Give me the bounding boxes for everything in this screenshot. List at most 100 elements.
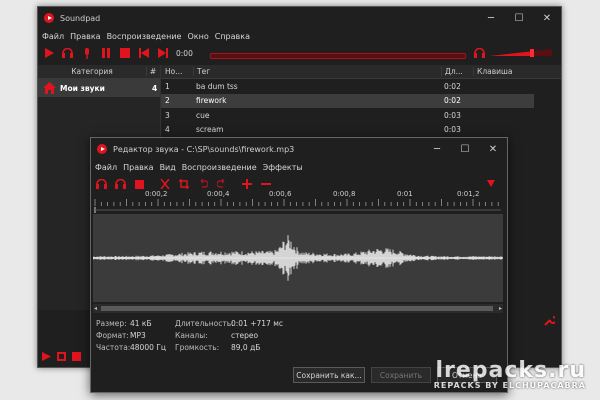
previous-icon[interactable] xyxy=(136,45,151,61)
bottom-play-icon[interactable] xyxy=(42,352,51,361)
sound-editor-window: Редактор звука - C:\SP\sounds\firework.m… xyxy=(90,137,508,393)
editor-minimize-button[interactable]: ─ xyxy=(423,138,451,160)
column-tag[interactable]: Тег xyxy=(193,67,441,76)
menu-file[interactable]: Файл xyxy=(42,32,64,41)
editor-logo-icon xyxy=(97,144,107,154)
category-item-my-sounds[interactable]: Мои звуки 4 xyxy=(38,79,160,97)
row-duration: 0:02 xyxy=(444,96,461,106)
channels-value: стерео xyxy=(231,331,259,340)
scroll-right-icon[interactable]: ▸ xyxy=(499,305,502,312)
editor-menu-edit[interactable]: Правка xyxy=(123,163,153,172)
count-column[interactable]: # xyxy=(146,67,159,76)
save-button[interactable]: Сохранить xyxy=(371,367,431,383)
seek-bar[interactable] xyxy=(210,53,466,59)
column-hotkey[interactable]: Клавиша xyxy=(473,67,537,76)
scroll-thumb[interactable] xyxy=(101,306,493,311)
row-duration: 0:03 xyxy=(444,110,461,120)
waveform-view[interactable] xyxy=(93,214,503,302)
main-titlebar: Soundpad ─ ☐ ✕ xyxy=(38,7,561,29)
menu-playback[interactable]: Воспроизведение xyxy=(107,32,182,41)
volume-value: 89,0 дБ xyxy=(231,343,261,352)
column-duration[interactable]: Дл... xyxy=(441,67,473,76)
row-tag: scream xyxy=(196,125,224,135)
category-count: 4 xyxy=(152,83,158,93)
microphone-icon[interactable] xyxy=(79,45,94,61)
category-header[interactable]: Категория # xyxy=(38,65,160,79)
bottom-grid-icon[interactable] xyxy=(57,352,66,361)
size-value: 41 кБ xyxy=(130,319,152,328)
waveform xyxy=(93,235,503,281)
horizontal-scrollbar[interactable]: ◂ ▸ xyxy=(93,304,503,313)
play-icon[interactable] xyxy=(41,45,56,61)
ruler-label: 0:01 xyxy=(397,190,413,198)
table-row[interactable]: 4 scream 0:03 xyxy=(161,123,561,138)
row-tag: ba dum tss xyxy=(196,81,238,91)
main-menubar: Файл Правка Воспроизведение Окно Справка xyxy=(38,29,561,43)
column-number[interactable]: Но... xyxy=(161,67,193,76)
headphones-icon[interactable] xyxy=(60,45,75,61)
row-tag: firework xyxy=(196,96,227,106)
time-ruler: 0:00,2 0:00,4 0:00,6 0:00,8 0:01 0:01,2 xyxy=(93,190,503,206)
save-as-button[interactable]: Сохранить как... xyxy=(293,367,365,383)
wrench-icon[interactable] xyxy=(544,315,555,326)
editor-menu-effects[interactable]: Эффекты xyxy=(263,163,303,172)
editor-window-title: Редактор звука - C:\SP\sounds\firework.m… xyxy=(113,144,295,154)
ruler-label: 0:00,6 xyxy=(269,190,292,198)
editor-close-button[interactable]: ✕ xyxy=(479,138,507,160)
main-window-title: Soundpad xyxy=(60,13,101,23)
close-button[interactable]: ✕ xyxy=(533,7,561,29)
bottom-toolbar xyxy=(42,352,81,361)
pause-icon[interactable] xyxy=(98,45,113,61)
soundpad-logo-icon xyxy=(44,13,54,23)
editor-menu-view[interactable]: Вид xyxy=(160,163,176,172)
volume-slider[interactable] xyxy=(490,49,552,57)
row-duration: 0:03 xyxy=(444,125,461,135)
bottom-stop-icon[interactable] xyxy=(72,352,81,361)
stop-icon[interactable] xyxy=(117,45,132,61)
table-row[interactable]: 3 cue 0:03 xyxy=(161,108,561,123)
row-number: 3 xyxy=(165,110,170,120)
category-label: Мои звуки xyxy=(60,83,105,93)
editor-menu-playback[interactable]: Воспроизведение xyxy=(182,163,257,172)
row-number: 1 xyxy=(165,81,170,91)
menu-help[interactable]: Справка xyxy=(215,32,250,41)
menu-window[interactable]: Окно xyxy=(187,32,208,41)
ruler-label: 0:00,8 xyxy=(333,190,356,198)
length-label: Длительность: xyxy=(175,319,234,328)
markers-dropdown-icon[interactable] xyxy=(487,180,495,187)
home-icon xyxy=(43,82,56,94)
format-value: MP3 xyxy=(130,331,146,340)
table-row[interactable]: 2 firework 0:02 xyxy=(161,93,534,108)
headphones-volume-icon[interactable] xyxy=(474,48,485,58)
editor-titlebar: Редактор звука - C:\SP\sounds\firework.m… xyxy=(91,138,507,160)
menu-edit[interactable]: Правка xyxy=(70,32,100,41)
frequency-label: Частота: xyxy=(96,343,131,352)
category-column[interactable]: Категория xyxy=(38,67,146,76)
editor-maximize-button[interactable]: ☐ xyxy=(451,138,479,160)
frequency-value: 48000 Гц xyxy=(130,343,166,352)
sound-list-header: Но... Тег Дл... Клавиша xyxy=(161,65,561,79)
playback-time: 0:00 xyxy=(176,48,193,58)
selection-bar[interactable] xyxy=(93,207,503,213)
editor-menu-file[interactable]: Файл xyxy=(95,163,117,172)
ruler-label: 0:00,4 xyxy=(207,190,230,198)
watermark-credit: REPACKS BY ELCHUPACABRA xyxy=(433,381,586,390)
ruler-label: 0:01,2 xyxy=(457,190,480,198)
row-tag: cue xyxy=(196,110,210,120)
row-duration: 0:02 xyxy=(444,81,461,91)
next-icon[interactable] xyxy=(155,45,170,61)
format-label: Формат: xyxy=(96,331,129,340)
volume-label: Громкость: xyxy=(175,343,220,352)
row-number: 2 xyxy=(165,96,170,106)
watermark: lrepacks.ru REPACKS BY ELCHUPACABRA xyxy=(434,358,586,390)
maximize-button[interactable]: ☐ xyxy=(505,7,533,29)
channels-label: Каналы: xyxy=(175,331,208,340)
table-row[interactable]: 1 ba dum tss 0:02 xyxy=(161,79,561,94)
editor-menubar: Файл Правка Вид Воспроизведение Эффекты xyxy=(91,160,507,174)
watermark-site: lrepacks.ru xyxy=(435,358,586,383)
ruler-label: 0:00,2 xyxy=(145,190,168,198)
minimize-button[interactable]: ─ xyxy=(477,7,505,29)
scroll-left-icon[interactable]: ◂ xyxy=(94,305,97,312)
row-number: 4 xyxy=(165,125,170,135)
size-label: Размер: xyxy=(96,319,127,328)
